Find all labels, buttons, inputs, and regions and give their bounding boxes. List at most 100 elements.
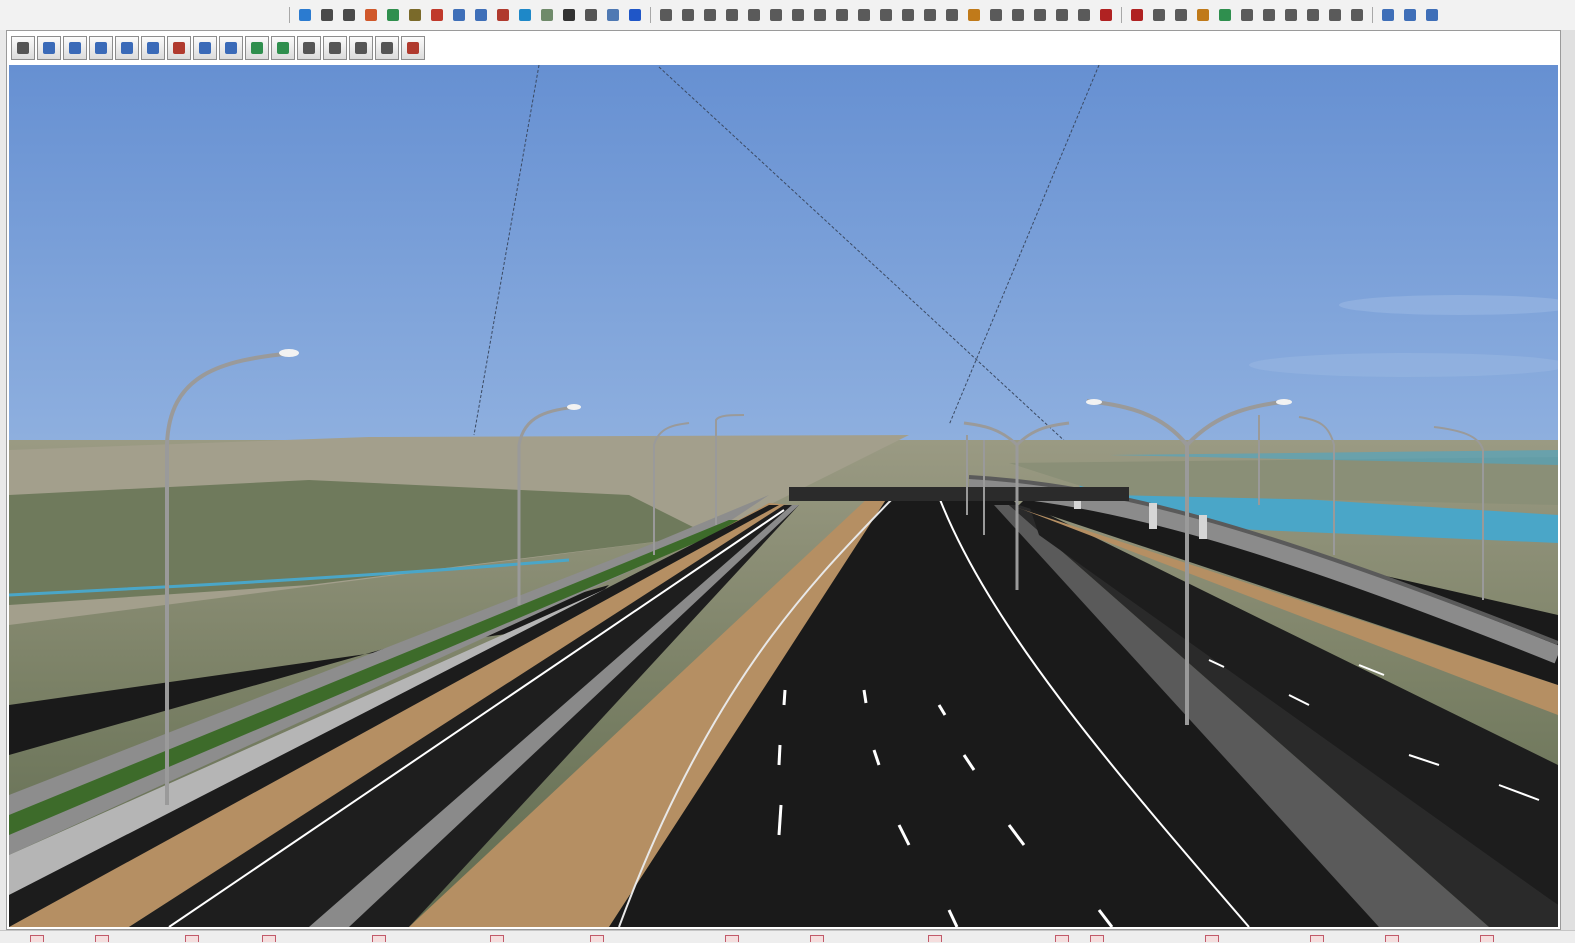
fly-button[interactable] (245, 36, 269, 60)
tag-button[interactable] (1347, 5, 1367, 25)
globe-button[interactable] (295, 5, 315, 25)
3d-road-scene[interactable] (9, 65, 1558, 927)
calendar-button[interactable] (1074, 5, 1094, 25)
rotate-icon (225, 42, 237, 54)
pan-button[interactable] (115, 36, 139, 60)
zoom-fit-icon (1426, 9, 1438, 21)
nodes-alt-button[interactable] (1325, 5, 1345, 25)
zoom-extent-button[interactable] (167, 36, 191, 60)
status-tab-marker (95, 935, 109, 942)
level-button[interactable] (964, 5, 984, 25)
pen-button[interactable] (427, 5, 447, 25)
zoom-out-button[interactable] (193, 36, 217, 60)
clock-button[interactable] (559, 5, 579, 25)
grid-button[interactable] (1149, 5, 1169, 25)
curve-button[interactable] (700, 5, 720, 25)
layers-button[interactable] (1215, 5, 1235, 25)
table-alt-button[interactable] (898, 5, 918, 25)
network-alt-button[interactable] (339, 5, 359, 25)
document-button[interactable] (1008, 5, 1028, 25)
status-tab-marker (725, 935, 739, 942)
drive-button[interactable] (323, 36, 347, 60)
check-curve-button[interactable] (788, 5, 808, 25)
image-button[interactable] (603, 5, 623, 25)
print-icon (407, 42, 419, 54)
measure-button[interactable] (375, 36, 399, 60)
print-button[interactable] (401, 36, 425, 60)
toolbar-separator (650, 7, 651, 23)
list-icon (1175, 9, 1187, 21)
zoom-window-icon (147, 42, 159, 54)
zigzag-button[interactable] (854, 5, 874, 25)
toolbar-separator (1372, 7, 1373, 23)
question-button[interactable] (1096, 5, 1116, 25)
toolbar-separator (289, 7, 290, 23)
minus-icon (69, 42, 81, 54)
globe-blue-icon (519, 9, 531, 21)
leaf-button[interactable] (271, 36, 295, 60)
status-tab-marker (1090, 935, 1104, 942)
status-tab-marker (262, 935, 276, 942)
table-button[interactable] (876, 5, 896, 25)
pencil-icon (660, 9, 672, 21)
network-icon (321, 9, 333, 21)
minus-button[interactable] (63, 36, 87, 60)
person-button[interactable] (942, 5, 962, 25)
lines-button[interactable] (766, 5, 786, 25)
profile-button[interactable] (678, 5, 698, 25)
curve-edit-button[interactable] (722, 5, 742, 25)
pencil-button[interactable] (656, 5, 676, 25)
toolbar-group-zoom (1377, 5, 1443, 25)
zoom-button[interactable] (1378, 5, 1398, 25)
person-icon (946, 9, 958, 21)
earth-button[interactable] (383, 5, 403, 25)
zoom-in-button[interactable] (89, 36, 113, 60)
pan-icon (121, 42, 133, 54)
route-button[interactable] (405, 5, 425, 25)
cut-button[interactable] (493, 5, 513, 25)
steering-button[interactable] (349, 36, 373, 60)
window-button[interactable] (11, 36, 35, 60)
list-button[interactable] (1171, 5, 1191, 25)
text-button[interactable] (581, 5, 601, 25)
rotate-button[interactable] (219, 36, 243, 60)
3d-viewer-window (6, 30, 1561, 930)
frame-button[interactable] (537, 5, 557, 25)
chart-button[interactable] (449, 5, 469, 25)
chart-alt-button[interactable] (471, 5, 491, 25)
walk-icon (303, 42, 315, 54)
wave-icon (924, 9, 936, 21)
person-alt-button[interactable] (1030, 5, 1050, 25)
zoom-fit-button[interactable] (1422, 5, 1442, 25)
walk-button[interactable] (297, 36, 321, 60)
slope-button[interactable] (1193, 5, 1213, 25)
nodes-button[interactable] (1303, 5, 1323, 25)
table-grid-button[interactable] (1281, 5, 1301, 25)
clock-icon (563, 9, 575, 21)
cut-icon (497, 9, 509, 21)
fill-button[interactable] (1237, 5, 1257, 25)
globe-blue-button[interactable] (515, 5, 535, 25)
cross-section-button[interactable] (1127, 5, 1147, 25)
status-tab-marker (590, 935, 604, 942)
zoom-in-button[interactable] (1400, 5, 1420, 25)
arc-icon (814, 9, 826, 21)
nodes-alt-icon (1329, 9, 1341, 21)
lane-button[interactable] (1259, 5, 1279, 25)
plus-button[interactable] (37, 36, 61, 60)
grid-icon (1153, 9, 1165, 21)
sphere-icon (365, 9, 377, 21)
marker-button[interactable] (986, 5, 1006, 25)
curve-icon (704, 9, 716, 21)
arc-right-button[interactable] (832, 5, 852, 25)
curve-plus-button[interactable] (744, 5, 764, 25)
sphere-button[interactable] (361, 5, 381, 25)
arc-button[interactable] (810, 5, 830, 25)
report-button[interactable] (1052, 5, 1072, 25)
wave-button[interactable] (920, 5, 940, 25)
zoom-window-button[interactable] (141, 36, 165, 60)
nodes-icon (1307, 9, 1319, 21)
layers-icon (1219, 9, 1231, 21)
network-button[interactable] (317, 5, 337, 25)
help-button[interactable] (625, 5, 645, 25)
